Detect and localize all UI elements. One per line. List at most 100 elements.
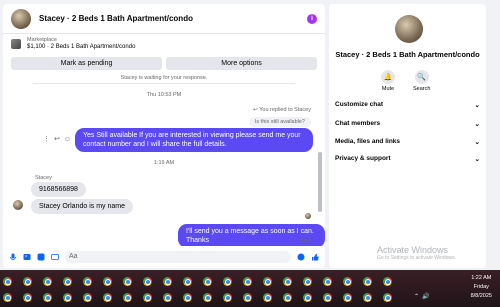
image-icon[interactable] <box>23 253 31 261</box>
taskbar-browser-button[interactable] <box>42 276 59 288</box>
reply-icon[interactable]: ↩ <box>54 135 60 143</box>
chrome-icon <box>243 293 252 302</box>
message-actions: ⋮ ↩ ☺ <box>43 135 71 144</box>
chrome-icon <box>43 293 52 302</box>
taskbar-browser-button[interactable] <box>22 276 39 288</box>
clock-day: Friday <box>473 284 489 290</box>
taskbar-browser-button[interactable] <box>142 276 159 288</box>
avatar[interactable] <box>11 8 31 29</box>
chrome-icon <box>123 293 132 302</box>
incoming-message[interactable]: Stacey Orlando is my name <box>31 199 133 214</box>
chrome-icon <box>243 277 252 286</box>
sticker-icon[interactable] <box>37 253 45 261</box>
taskbar-browser-button[interactable] <box>322 276 339 288</box>
taskbar-browser-button[interactable] <box>102 292 119 304</box>
taskbar-browser-button[interactable] <box>202 276 219 288</box>
chrome-icon <box>83 293 92 302</box>
taskbar-browser-button[interactable] <box>302 292 319 304</box>
thumbs-up-icon[interactable] <box>311 253 319 261</box>
mute-button[interactable]: 🔔 Mute <box>381 70 395 92</box>
more-icon[interactable]: ⋮ <box>43 135 50 143</box>
section-label: Media, files and links <box>335 138 401 145</box>
taskbar-browser-button[interactable] <box>122 292 139 304</box>
taskbar-browser-button[interactable] <box>22 292 39 304</box>
taskbar-browser-button[interactable] <box>282 276 299 288</box>
tray-icons[interactable]: ⌃ 🔊 <box>414 293 430 300</box>
section-privacy-support[interactable]: Privacy & support ⌄ <box>335 155 480 163</box>
chevron-down-icon: ⌄ <box>474 156 480 163</box>
info-icon[interactable]: i <box>307 13 317 24</box>
taskbar-browser-button[interactable] <box>182 276 199 288</box>
taskbar-browser-button[interactable] <box>42 292 59 304</box>
section-label: Chat members <box>335 120 381 127</box>
taskbar-browser-button[interactable] <box>202 292 219 304</box>
sent-status: Sent <box>299 238 311 244</box>
quoted-message[interactable]: Is this still available? <box>248 117 311 127</box>
emoji-icon[interactable] <box>297 253 305 261</box>
scrollbar[interactable] <box>318 152 322 212</box>
taskbar-browser-button[interactable] <box>142 292 159 304</box>
more-options-button[interactable]: More options <box>166 57 317 70</box>
marketplace-item[interactable]: Marketplace $1,100 · 2 Beds 1 Bath Apart… <box>3 34 325 54</box>
taskbar-browser-button[interactable] <box>302 276 319 288</box>
taskbar-browser-button[interactable] <box>2 276 19 288</box>
taskbar-browser-button[interactable] <box>262 276 279 288</box>
chevron-down-icon: ⌄ <box>474 139 480 146</box>
composer: Aa <box>3 246 325 268</box>
message-input[interactable]: Aa <box>65 251 291 263</box>
chat-title[interactable]: Stacey · 2 Beds 1 Bath Apartment/condo <box>39 14 307 23</box>
avatar[interactable] <box>13 200 23 210</box>
react-icon[interactable]: ☺ <box>64 136 71 143</box>
gif-icon[interactable] <box>51 253 59 261</box>
taskbar-browser-button[interactable] <box>322 292 339 304</box>
chevron-down-icon: ⌄ <box>474 121 480 128</box>
taskbar-browser-button[interactable] <box>62 276 79 288</box>
timestamp: Thu 10:53 PM <box>146 92 182 98</box>
taskbar-browser-button[interactable] <box>82 276 99 288</box>
taskbar-browser-button[interactable] <box>362 276 379 288</box>
taskbar-browser-button[interactable] <box>342 292 359 304</box>
clock[interactable]: 1:22 AM Friday 8/8/2025 <box>471 274 492 301</box>
taskbar-browser-button[interactable] <box>162 276 179 288</box>
taskbar-browser-button[interactable] <box>242 276 259 288</box>
taskbar-browser-button[interactable] <box>2 292 19 304</box>
taskbar-browser-button[interactable] <box>342 276 359 288</box>
mark-as-pending-button[interactable]: Mark as pending <box>11 57 162 70</box>
chrome-icon <box>363 293 372 302</box>
taskbar-browser-button[interactable] <box>382 276 399 288</box>
chrome-icon <box>323 277 332 286</box>
incoming-message[interactable]: 9168566898 <box>31 182 86 197</box>
sender-name: Stacey <box>35 175 52 181</box>
chrome-icon <box>263 277 272 286</box>
chat-header: Stacey · 2 Beds 1 Bath Apartment/condo i <box>3 4 325 34</box>
listing-thumbnail <box>11 39 21 49</box>
taskbar-browser-button[interactable] <box>242 292 259 304</box>
taskbar-browser-button[interactable] <box>362 292 379 304</box>
section-customize-chat[interactable]: Customize chat ⌄ <box>335 101 480 109</box>
taskbar-browser-button[interactable] <box>162 292 179 304</box>
taskbar-browser-button[interactable] <box>122 276 139 288</box>
taskbar-browser-button[interactable] <box>82 292 99 304</box>
microphone-icon[interactable] <box>9 253 17 261</box>
outgoing-message[interactable]: I'll send you a message as soon as I can… <box>178 224 325 248</box>
taskbar-browser-button[interactable] <box>282 292 299 304</box>
avatar[interactable] <box>395 15 423 43</box>
chrome-icon <box>63 277 72 286</box>
chrome-icon <box>163 277 172 286</box>
taskbar-browser-button[interactable] <box>62 292 79 304</box>
outgoing-message[interactable]: Yes Still available If you are intereste… <box>75 128 313 152</box>
taskbar-browser-button[interactable] <box>182 292 199 304</box>
section-chat-members[interactable]: Chat members ⌄ <box>335 120 480 128</box>
chrome-icon <box>343 293 352 302</box>
taskbar-browser-button[interactable] <box>382 292 399 304</box>
section-media-files-links[interactable]: Media, files and links ⌄ <box>335 138 480 146</box>
taskbar-browser-button[interactable] <box>222 276 239 288</box>
chrome-icon <box>223 293 232 302</box>
search-button[interactable]: 🔍 Search <box>413 70 430 92</box>
taskbar-browser-button[interactable] <box>222 292 239 304</box>
chrome-icon <box>203 277 212 286</box>
taskbar-browser-button[interactable] <box>102 276 119 288</box>
watermark-title: Activate Windows <box>377 245 449 255</box>
section-label: Privacy & support <box>335 155 391 162</box>
taskbar-browser-button[interactable] <box>262 292 279 304</box>
